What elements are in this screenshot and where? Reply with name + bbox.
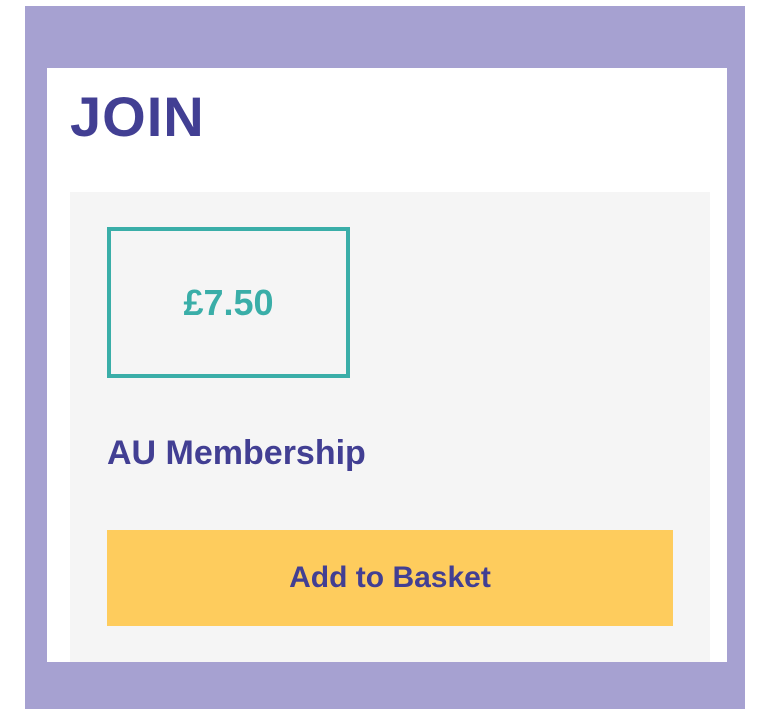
price-value: £7.50	[183, 281, 274, 323]
join-panel: JOIN £7.50 AU Membership Add to Basket	[47, 68, 727, 662]
price-box: £7.50	[107, 227, 350, 378]
product-card: £7.50 AU Membership Add to Basket	[70, 192, 710, 662]
section-title: JOIN	[70, 85, 205, 148]
add-to-basket-button[interactable]: Add to Basket	[107, 530, 673, 626]
outer-frame: JOIN £7.50 AU Membership Add to Basket	[25, 6, 745, 709]
product-name: AU Membership	[107, 434, 366, 472]
